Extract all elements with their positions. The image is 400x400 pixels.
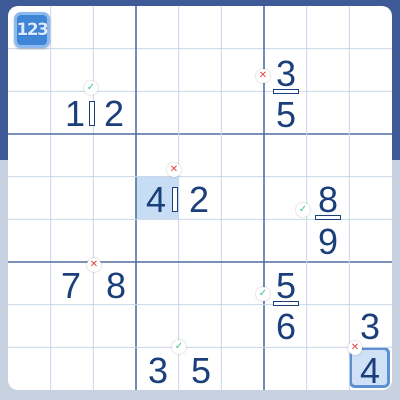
clue-separator (172, 187, 178, 212)
clue-digit: 3 (147, 350, 169, 390)
cross-icon: ✕ (348, 341, 362, 355)
clue-digit: 5 (190, 350, 212, 390)
number-mode-icon: 123 (16, 20, 50, 40)
clue-numerator: 3 (275, 53, 297, 94)
clue-numerator: 5 (275, 265, 297, 306)
clue-denominator: 5 (275, 94, 297, 135)
cross-icon: ✕ (256, 69, 270, 83)
clue-digit: 3 (359, 306, 381, 347)
clue-digit: 4 (359, 350, 381, 390)
clue-denominator: 6 (275, 306, 297, 347)
check-icon: ✓ (84, 81, 98, 95)
clue-digit: 1 (64, 93, 86, 134)
number-mode-button[interactable]: 123 (14, 12, 50, 48)
clue-numerator: 8 (317, 179, 339, 220)
clue-digit: 7 (60, 265, 82, 306)
cross-icon: ✕ (87, 258, 101, 272)
puzzle-board[interactable]: 123 1 2 ✓ 3 5 ✕ 4 2 ✕ 8 9 ✓ 7 8 ✕ 5 6 ✓ (8, 6, 392, 390)
clue-denominator: 9 (317, 221, 339, 262)
clue-digit: 8 (105, 265, 127, 306)
check-icon: ✓ (296, 203, 310, 217)
clue-digit: 2 (188, 179, 210, 220)
clue-fraction-bar (315, 215, 341, 220)
clue-digit: 4 (145, 179, 167, 220)
clue-digit: 2 (103, 93, 125, 134)
check-icon: ✓ (172, 340, 186, 354)
cross-icon: ✕ (167, 163, 181, 177)
clue-separator (89, 101, 95, 126)
check-icon: ✓ (256, 287, 270, 301)
